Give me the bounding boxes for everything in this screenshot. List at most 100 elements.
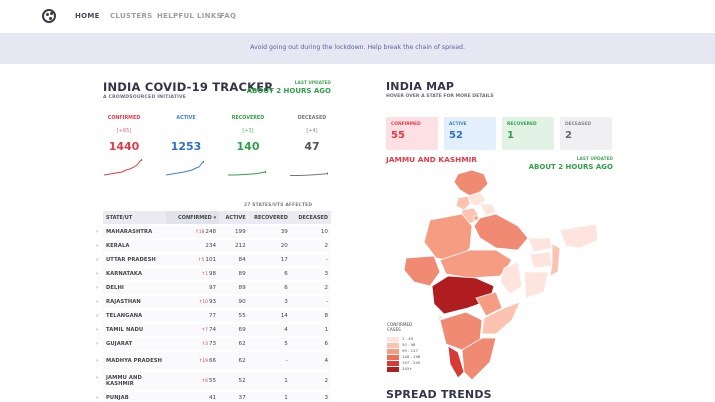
states-affected-count: 27 STATES/UTS AFFECTED [244, 203, 313, 208]
map-box-recovered: RECOVERED 1 [502, 117, 554, 150]
state-cell: › RAJASTHAN [96, 296, 167, 308]
map-subtitle: HOVER OVER A STATE FOR MORE DETAILS [386, 94, 494, 99]
chevron-right-icon[interactable]: › [96, 257, 98, 263]
legend-label: 50 - 98 [402, 342, 416, 347]
confirmed-value: 97 [208, 285, 217, 291]
col-deceased-label: DECEASED [298, 214, 328, 221]
deceased-cell: 6 [290, 338, 331, 350]
stat-recovered: RECOVERED [+3] 140 [224, 116, 272, 153]
map-box-recovered-value: 1 [507, 130, 514, 141]
chevron-right-icon[interactable]: › [96, 375, 98, 381]
col-state[interactable]: STATE/UT [103, 211, 167, 224]
nav-clusters[interactable]: CLUSTERS [110, 12, 152, 20]
map-state-northeast[interactable] [559, 223, 599, 249]
map-box-recovered-label: RECOVERED [507, 122, 537, 127]
confirmed-sparkline [104, 158, 142, 176]
last-updated-label: LAST UPDATED [294, 81, 331, 86]
confirmed-cell: ↑373 [166, 338, 220, 350]
recovered-cell: 1 [248, 392, 291, 402]
nav-faq[interactable]: FAQ [220, 12, 236, 20]
chevron-right-icon[interactable]: › [96, 313, 98, 319]
table-row[interactable]: › TAMIL NADU ↑774 69 4 1 [96, 324, 331, 336]
map-box-active-label: ACTIVE [449, 122, 467, 127]
state-name: DELHI [106, 285, 124, 291]
state-cell: › TAMIL NADU [96, 324, 167, 336]
chevron-right-icon[interactable]: › [96, 299, 98, 305]
legend-swatch [387, 348, 399, 354]
table-row[interactable]: › UTTAR PRADESH ↑5101 84 17- [96, 254, 331, 266]
active-cell: 84 [219, 254, 249, 266]
deceased-cell: 2 [290, 240, 331, 252]
table-row[interactable]: › MAHARASHTRA ↑18248 199 39 10 [96, 226, 331, 238]
table-row[interactable]: › DELHI 97 89 6 2 [96, 282, 331, 294]
banner-text: Avoid going out during the lockdown. Hel… [250, 44, 465, 51]
chevron-right-icon[interactable]: › [96, 243, 98, 249]
map-state-punjab[interactable] [455, 195, 471, 211]
map-state-odisha[interactable] [523, 271, 549, 299]
confirmed-cell: 234 [166, 240, 220, 252]
confirmed-increase: ↑10 [198, 300, 208, 305]
chevron-right-icon[interactable]: › [96, 285, 98, 291]
stat-confirmed-value: 1440 [108, 140, 140, 153]
col-confirmed[interactable]: CONFIRMED ▾ [166, 211, 220, 224]
table-row[interactable]: › KERALA 234 212 20 2 [96, 240, 331, 252]
state-cell: › KERALA [96, 240, 167, 252]
table-row[interactable]: › RAJASTHAN ↑1093 90 3- [96, 296, 331, 308]
chevron-right-icon[interactable]: › [96, 341, 98, 347]
state-table: STATE/UT CONFIRMED ▾ ACTIVE RECOVERED DE… [96, 209, 331, 402]
map-title: INDIA MAP [386, 80, 455, 93]
logo-icon[interactable] [42, 9, 56, 23]
active-cell: 90 [219, 296, 249, 308]
table-row[interactable]: › GUJARAT ↑373 62 5 6 [96, 338, 331, 350]
map-box-confirmed-label: CONFIRMED [391, 122, 421, 127]
map-last-updated-label: LAST UPDATED [576, 157, 613, 162]
chevron-right-icon[interactable]: › [96, 395, 98, 401]
deceased-cell: 10 [290, 226, 331, 238]
nav-home[interactable]: HOME [75, 12, 100, 20]
recovered-cell: 5 [248, 338, 291, 350]
state-name: KERALA [106, 243, 130, 249]
table-row[interactable]: › PUNJAB 41 37 1 3 [96, 392, 331, 402]
table-row[interactable]: › KARNATAKA ↑198 89 6 3 [96, 268, 331, 280]
selected-state-name: JAMMU AND KASHMIR [386, 155, 478, 164]
legend-label: 1 - 49 [402, 336, 414, 341]
state-name: TELANGANA [106, 313, 143, 319]
confirmed-increase: ↑7 [201, 328, 208, 333]
col-deceased[interactable]: DECEASED [290, 211, 331, 224]
map-state-kerala[interactable] [447, 345, 465, 379]
active-cell: 89 [219, 282, 249, 294]
state-cell: › KARNATAKA [96, 268, 167, 280]
confirmed-value: 98 [208, 271, 217, 277]
confirmed-cell: ↑18248 [166, 226, 220, 238]
map-state-jammu-kashmir[interactable] [453, 169, 489, 197]
sort-down-icon: ▾ [213, 214, 217, 221]
active-cell: 89 [219, 268, 249, 280]
col-active[interactable]: ACTIVE [219, 211, 249, 224]
nav-helpful-links[interactable]: HELPFUL LINKS [157, 12, 222, 20]
table-row[interactable]: › MADHYA PRADESH ↑1966 62-4 [96, 352, 331, 370]
map-state-delhi[interactable] [473, 215, 479, 221]
chevron-right-icon[interactable]: › [96, 358, 98, 364]
map-state-jharkhand[interactable] [529, 251, 553, 269]
map-state-bihar[interactable] [527, 237, 553, 253]
state-cell: › MAHARASHTRA [96, 226, 167, 238]
stat-deceased-value: 47 [304, 140, 320, 153]
table-row[interactable]: › JAMMU AND KASHMIR ↑655 52 1 2 [96, 372, 331, 390]
map-state-gujarat[interactable] [403, 255, 441, 287]
stat-confirmed: CONFIRMED [+85] 1440 [100, 116, 148, 153]
map-state-uttar-pradesh[interactable] [473, 213, 529, 251]
recovered-cell: 17 [248, 254, 291, 266]
map-box-confirmed-value: 55 [391, 130, 405, 141]
recovered-cell: 3 [248, 296, 291, 308]
table-row[interactable]: › TELANGANA 77 55 14 8 [96, 310, 331, 322]
active-cell: 37 [219, 392, 249, 402]
deceased-cell: 3 [290, 268, 331, 280]
chevron-right-icon[interactable]: › [96, 327, 98, 333]
legend-swatch [387, 360, 399, 366]
stat-confirmed-label: CONFIRMED [107, 116, 141, 121]
confirmed-value: 93 [208, 299, 217, 305]
chevron-right-icon[interactable]: › [96, 229, 98, 235]
chevron-right-icon[interactable]: › [96, 271, 98, 277]
confirmed-value: 248 [205, 229, 217, 235]
col-recovered[interactable]: RECOVERED [248, 211, 291, 224]
